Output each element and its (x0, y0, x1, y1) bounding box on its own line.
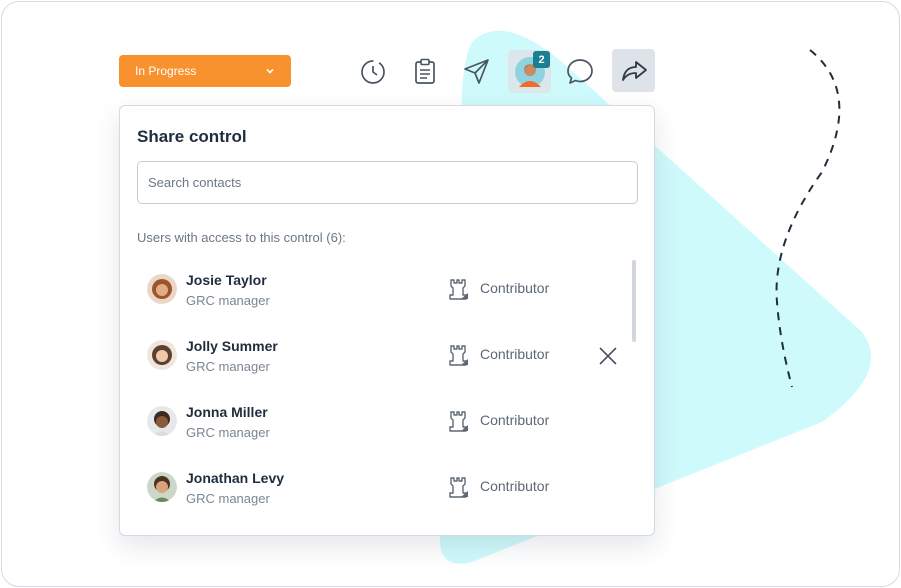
rook-icon (449, 477, 468, 498)
rook-icon (449, 411, 468, 432)
user-role[interactable]: Contributor (480, 412, 549, 428)
user-role[interactable]: Contributor (480, 478, 549, 494)
close-icon[interactable] (597, 345, 619, 367)
rook-icon (449, 279, 468, 300)
search-input[interactable] (137, 161, 638, 204)
list-item[interactable]: Josie Taylor GRC manager Contributor (137, 264, 632, 322)
clipboard-icon[interactable] (410, 56, 440, 86)
rook-icon (449, 345, 468, 366)
avatar (147, 340, 177, 370)
user-name: Jonathan Levy (186, 470, 285, 486)
share-button[interactable] (612, 49, 655, 92)
status-label: In Progress (135, 64, 197, 78)
list-item[interactable]: Jonathan Levy GRC manager Contributor (137, 462, 632, 520)
user-role[interactable]: Contributor (480, 346, 549, 362)
send-icon[interactable] (462, 56, 492, 86)
scrollbar[interactable] (632, 260, 636, 342)
list-item[interactable]: Jolly Summer GRC manager Contributor (137, 330, 632, 388)
notification-badge: 2 (533, 51, 550, 68)
user-title: GRC manager (186, 425, 270, 440)
user-name: Jolly Summer (186, 338, 278, 354)
status-dropdown[interactable]: In Progress (119, 55, 291, 87)
list-item[interactable]: Jonna Miller GRC manager Contributor (137, 396, 632, 454)
share-icon (621, 60, 647, 81)
share-control-panel: Share control Users with access to this … (119, 105, 655, 536)
user-name: Josie Taylor (186, 272, 267, 288)
user-role[interactable]: Contributor (480, 280, 549, 296)
user-name: Jonna Miller (186, 404, 268, 420)
user-title: GRC manager (186, 491, 270, 506)
avatar (147, 274, 177, 304)
section-label: Users with access to this control (6): (137, 230, 346, 245)
avatar-button[interactable]: 2 (508, 50, 551, 93)
panel-title: Share control (137, 127, 247, 146)
history-icon[interactable] (358, 56, 388, 86)
avatar (147, 472, 177, 502)
user-title: GRC manager (186, 359, 270, 374)
avatar (147, 406, 177, 436)
comment-icon[interactable] (565, 56, 595, 86)
user-title: GRC manager (186, 293, 270, 308)
chevron-down-icon (266, 68, 274, 74)
